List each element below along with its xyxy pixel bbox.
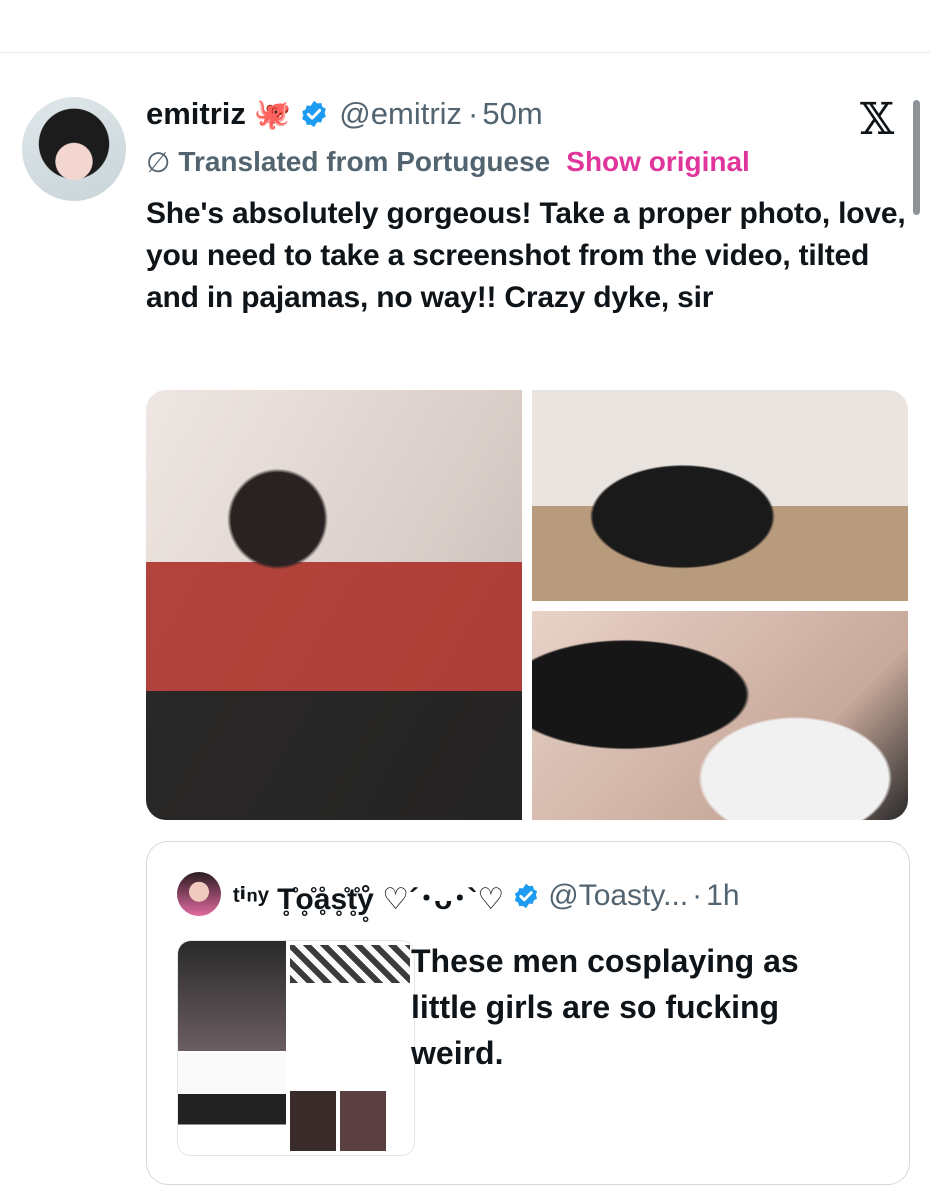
media-photo-3[interactable] [532, 611, 908, 820]
quoted-author-name[interactable]: ᵗⁱⁿʸ T̥̊o̥̊ḁ̊s̥̊t̥̊ẙ̥ ♡´･ᴗ･`♡ [233, 874, 504, 918]
octopus-emoji: 🐙 [253, 97, 292, 131]
quoted-separator: · [692, 879, 703, 912]
quoted-verified-badge-icon [515, 883, 538, 909]
author-name[interactable]: emitriz [146, 96, 246, 132]
quoted-tweet-header: ᵗⁱⁿʸ T̥̊o̥̊ḁ̊s̥̊t̥̊ẙ̥ ♡´･ᴗ･`♡ @Toasty...… [233, 870, 740, 922]
quoted-tweet[interactable]: ᵗⁱⁿʸ T̥̊o̥̊ḁ̊s̥̊t̥̊ẙ̥ ♡´･ᴗ･`♡ @Toasty...… [146, 841, 910, 1185]
author-avatar[interactable] [22, 97, 126, 201]
tweet-text: She's absolutely gorgeous! Take a proper… [146, 197, 906, 314]
tweet-time[interactable]: 50m [482, 96, 542, 132]
tweet-header: emitriz 🐙 @emitriz · 50m [146, 92, 543, 136]
media-photo-1[interactable] [146, 390, 522, 820]
quoted-tweet-text: These men cosplaying as little girls are… [411, 943, 799, 1071]
media-photo-2[interactable] [532, 390, 908, 601]
quoted-author-avatar[interactable] [177, 872, 221, 916]
quoted-author-handle[interactable]: @Toasty... [548, 879, 688, 913]
thumbnail-banner [290, 945, 410, 983]
quoted-tweet-time[interactable]: 1h [706, 879, 739, 913]
translation-bar: ∅ Translated from Portuguese Show origin… [146, 142, 750, 182]
thumbnail-photo [178, 941, 286, 1051]
thumbnail-photos [290, 1091, 386, 1151]
show-original-link[interactable]: Show original [566, 146, 750, 178]
translation-label: Translated from Portuguese [178, 146, 551, 177]
author-handle[interactable]: @emitriz [339, 96, 462, 132]
translate-icon: ∅ [146, 146, 171, 178]
quoted-media-thumbnail[interactable] [177, 940, 415, 1156]
header-separator: · [468, 96, 479, 131]
verified-badge-icon [302, 100, 327, 128]
scrollbar[interactable] [913, 100, 920, 215]
thumbnail-skirt-image [178, 1053, 286, 1155]
top-divider [0, 52, 930, 53]
media-gallery[interactable] [146, 390, 908, 820]
x-logo-icon[interactable]: 𝕏 [860, 94, 894, 145]
